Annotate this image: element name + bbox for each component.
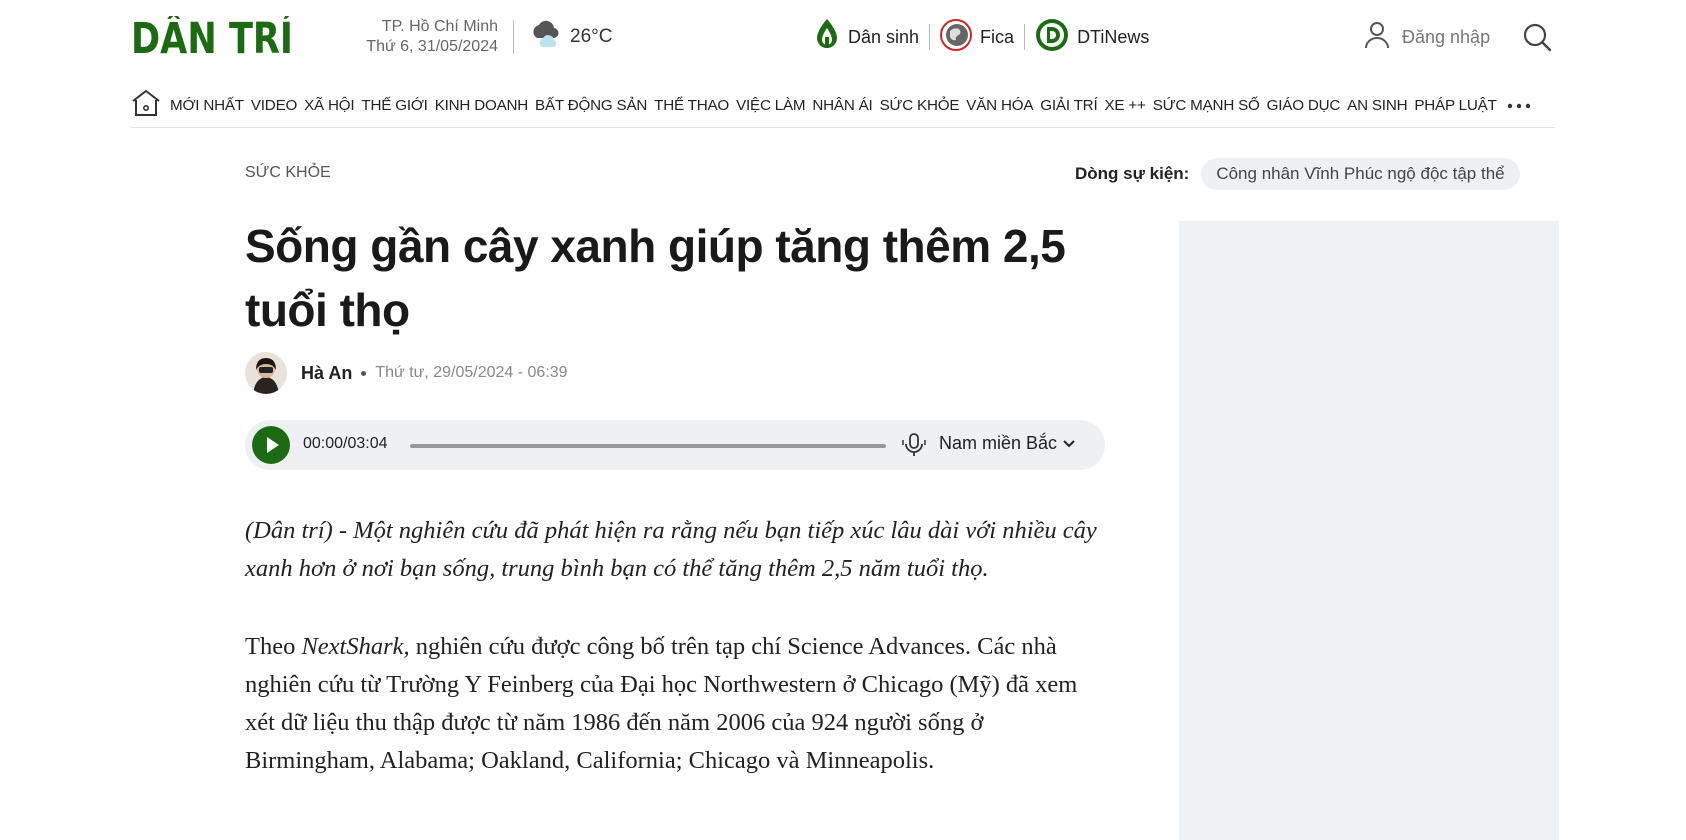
nav-item-viec-lam[interactable]: VIỆC LÀM — [736, 97, 805, 114]
nav-item-nhan-ai[interactable]: NHÂN ÁI — [812, 97, 872, 114]
quick-links: Dân sinh Fica DTiNews — [814, 18, 1149, 56]
home-button[interactable] — [131, 89, 161, 122]
play-button[interactable] — [252, 426, 290, 464]
temperature: 26°C — [570, 26, 613, 47]
search-button[interactable] — [1522, 22, 1552, 52]
nav-item-the-thao[interactable]: THỂ THAO — [654, 97, 729, 114]
link-divider — [929, 24, 931, 50]
dan-sinh-label: Dân sinh — [848, 26, 920, 47]
nav-item-xe[interactable]: XE ++ — [1104, 97, 1145, 114]
sidebar-ad-placeholder — [1179, 221, 1559, 840]
nav-item-phap-luat[interactable]: PHÁP LUẬT — [1414, 97, 1497, 114]
byline-separator — [361, 370, 367, 376]
nav-items: MỚI NHẤT VIDEO XÃ HỘI THẾ GIỚI KINH DOAN… — [170, 97, 1504, 114]
header-divider — [513, 20, 514, 54]
user-icon — [1364, 21, 1390, 54]
site-logo[interactable]: DÂN TRÍ — [131, 16, 293, 58]
nav-item-the-gioi[interactable]: THẾ GIỚI — [361, 97, 427, 114]
current-date: Thứ 6, 31/05/2024 — [366, 38, 498, 55]
nav-item-moi-nhat[interactable]: MỚI NHẤT — [170, 97, 244, 114]
event-tag[interactable]: Công nhân Vĩnh Phúc ngộ độc tập thể — [1201, 158, 1520, 190]
event-stream: Dòng sự kiện: Công nhân Vĩnh Phúc ngộ độ… — [1075, 158, 1520, 190]
dan-sinh-logo-icon — [814, 18, 840, 57]
audio-time: 00:00/03:04 — [303, 435, 388, 452]
weather-widget: 26°C — [528, 20, 612, 54]
voice-select-label: Nam miền Bắc — [939, 433, 1058, 453]
breadcrumb-category[interactable]: SỨC KHỎE — [245, 164, 331, 182]
nav-item-van-hoa[interactable]: VĂN HÓA — [966, 97, 1033, 114]
nav-item-xa-hoi[interactable]: XÃ HỘI — [304, 97, 354, 114]
home-icon — [131, 89, 161, 122]
dtinews-link[interactable]: DTiNews — [1035, 18, 1149, 56]
paragraph-prefix: Theo — [245, 633, 302, 660]
dtinews-label: DTiNews — [1077, 26, 1150, 47]
article-byline: Hà An Thứ tư, 29/05/2024 - 06:39 — [245, 352, 568, 394]
login-button[interactable]: Đăng nhập — [1364, 20, 1490, 54]
audio-progress-track[interactable] — [410, 444, 886, 448]
nav-item-giai-tri[interactable]: GIẢI TRÍ — [1040, 97, 1097, 114]
article-paragraph: Theo NextShark, nghiên cứu được công bố … — [245, 628, 1105, 780]
fica-link[interactable]: Fica — [940, 18, 1014, 56]
nav-item-bat-dong-san[interactable]: BẤT ĐỘNG SẢN — [535, 97, 647, 114]
dan-sinh-link[interactable]: Dân sinh — [814, 18, 919, 56]
nav-item-suc-khoe[interactable]: SỨC KHỎE — [880, 97, 960, 114]
nav-more-button[interactable] — [1507, 97, 1531, 115]
location-date: TP. Hồ Chí Minh Thứ 6, 31/05/2024 — [330, 17, 498, 57]
search-icon — [1522, 23, 1552, 56]
microphone-icon — [901, 432, 927, 458]
login-label: Đăng nhập — [1402, 26, 1491, 47]
dtinews-logo-icon — [1035, 18, 1069, 57]
main-nav: MỚI NHẤT VIDEO XÃ HỘI THẾ GIỚI KINH DOAN… — [131, 84, 1555, 128]
audio-player: 00:00/03:04 Nam miền Bắc — [245, 420, 1105, 470]
publish-date: Thứ tư, 29/05/2024 - 06:39 — [375, 364, 568, 381]
location-city: TP. Hồ Chí Minh — [381, 18, 498, 35]
article-summary: (Dân trí) - Một nghiên cứu đã phát hiện … — [245, 517, 1097, 582]
chevron-down-icon — [1063, 439, 1075, 448]
voice-select[interactable]: Nam miền Bắc — [939, 433, 1075, 454]
nav-item-an-sinh[interactable]: AN SINH — [1347, 97, 1407, 114]
site-header: DÂN TRÍ TP. Hồ Chí Minh Thứ 6, 31/05/202… — [0, 0, 1686, 74]
nav-item-giao-duc[interactable]: GIÁO DỤC — [1267, 97, 1341, 114]
fica-label: Fica — [980, 26, 1015, 47]
event-stream-label: Dòng sự kiện: — [1075, 164, 1190, 183]
nav-item-kinh-doanh[interactable]: KINH DOANH — [435, 97, 529, 114]
dan-tri-logo-icon: DÂN TRÍ — [131, 16, 293, 58]
author-avatar[interactable] — [245, 352, 287, 394]
nav-item-video[interactable]: VIDEO — [251, 97, 297, 114]
cloud-rain-icon — [528, 19, 562, 56]
link-divider — [1024, 24, 1026, 50]
source-name: NextShark, — [301, 633, 410, 660]
svg-text:DÂN TRÍ: DÂN TRÍ — [131, 16, 293, 58]
fica-globe-icon — [940, 18, 973, 56]
article-title: Sống gần cây xanh giúp tăng thêm 2,5 tuổ… — [245, 220, 1066, 336]
author-name[interactable]: Hà An — [301, 363, 352, 384]
more-dots-icon — [1507, 97, 1531, 115]
nav-item-suc-manh-so[interactable]: SỨC MẠNH SỐ — [1153, 97, 1260, 114]
